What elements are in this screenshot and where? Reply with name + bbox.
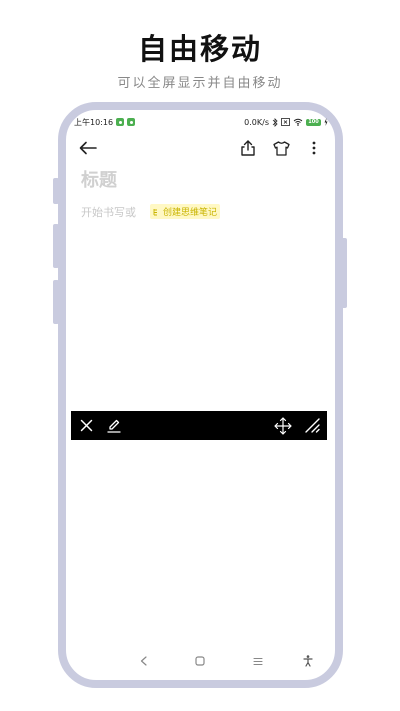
close-button[interactable] [77,416,96,435]
sim-icon [281,118,290,126]
promo-title: 自由移动 [137,32,262,66]
charging-icon [324,118,328,126]
floating-window-bar[interactable] [71,411,327,440]
network-speed: 0.0K/s [244,117,269,127]
nav-back-button[interactable] [135,654,151,668]
more-vertical-icon [312,141,316,155]
back-arrow-icon [79,141,97,155]
nav-home-button[interactable] [192,654,208,668]
app-notification-icon [127,118,136,126]
resize-handle[interactable] [303,416,322,435]
nav-home-icon [195,656,205,666]
wifi-icon [293,118,303,126]
resize-icon [305,418,320,433]
create-mindmap-link[interactable]: 创建思维笔记 [150,204,221,219]
note-title-input[interactable]: 标题 [81,166,117,192]
move-handle[interactable] [273,416,292,435]
status-bar: 上午10:16 0.0K/s 100 [74,115,328,129]
edit-button[interactable] [104,416,123,435]
close-icon [80,419,93,432]
accessibility-icon [303,655,313,667]
more-button[interactable] [306,138,322,158]
app-notification-icon [116,118,125,126]
accessibility-button[interactable] [300,654,316,668]
bluetooth-icon [272,117,278,127]
pen-icon [106,419,121,433]
promo-subtitle: 可以全屏显示并自由移动 [117,76,283,91]
status-time: 上午10:16 [74,117,114,127]
back-button[interactable] [78,138,98,158]
nav-back-icon [140,656,147,666]
share-button[interactable] [238,138,258,158]
nav-menu-button[interactable] [250,654,266,668]
mindmap-icon [153,208,157,215]
move-arrows-icon [273,416,292,435]
battery-icon: 100 [306,118,321,126]
note-body-input[interactable]: 开始书写或 [81,204,136,220]
tshirt-theme-icon [272,140,290,156]
nav-menu-icon [253,657,263,665]
share-icon [241,140,255,156]
status-right: 0.0K/s 100 [244,118,328,127]
theme-button[interactable] [271,138,291,158]
create-mindmap-label: 创建思维笔记 [163,208,218,218]
